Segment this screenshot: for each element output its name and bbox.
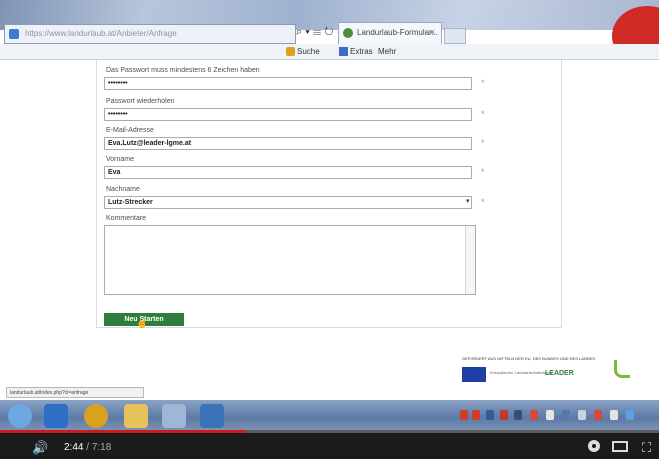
required-mark: * [481,78,485,88]
chevron-down-icon[interactable]: ▾ [466,197,470,205]
tray-icon[interactable] [626,410,634,420]
funding-text: GEFÖRDERT AUS MITTELN DER EU, DES BUNDES… [462,356,595,361]
system-tray[interactable] [458,410,654,424]
toolbar-suche[interactable]: Suche [297,47,320,56]
address-controls[interactable]: ⌕ ▾ ☰ ↻ [296,26,336,42]
required-mark: * [481,138,485,148]
tray-icon[interactable] [514,410,522,420]
toolbar-tools[interactable]: Extras [350,47,373,56]
comments-textarea[interactable] [104,225,476,295]
firstname-label: Vorname [106,156,135,163]
current-time: 2:44 [64,442,84,453]
mouse-cursor-icon: ☝ [136,318,149,329]
password-repeat-label: Passwort wiederholen [106,98,175,105]
app-icon[interactable] [162,404,186,428]
tray-icon[interactable] [472,410,480,420]
theater-mode-icon[interactable] [612,441,628,452]
tray-icon[interactable] [562,410,570,420]
toolbar-more[interactable]: Mehr [378,47,396,56]
time-display: 2:44 / 7:18 [64,442,112,453]
password-field[interactable]: •••••••• [104,77,472,90]
tray-icon[interactable] [486,410,494,420]
lastname-label: Nachname [106,186,140,193]
comments-label: Kommentare [106,215,147,222]
chrome-icon[interactable] [84,404,108,428]
tray-icon[interactable] [460,410,468,420]
site-favicon-icon [9,29,19,39]
lastname-select[interactable]: Lutz-Strecker [104,196,472,209]
browser-toolbar: Suche Extras Mehr [0,44,659,60]
textarea-scrollbar[interactable] [465,226,475,294]
password-repeat-field[interactable]: •••••••• [104,108,472,121]
address-bar[interactable]: https://www.landurlaub.at/Anbieter/Anfra… [4,24,296,44]
start-button-icon[interactable] [8,404,32,428]
tab-close-icon[interactable]: × [430,27,435,37]
media-player-icon[interactable] [44,404,68,428]
leader-mark-icon [614,360,630,378]
new-tab-button[interactable] [444,28,466,44]
tools-icon [339,47,348,56]
eu-flag-icon [462,367,486,382]
address-text: https://www.landurlaub.at/Anbieter/Anfra… [25,29,177,38]
explorer-icon[interactable] [124,404,148,428]
search-provider-icon [286,47,295,56]
tray-icon[interactable] [500,410,508,420]
required-mark: * [481,197,485,207]
tray-icon[interactable] [610,410,618,420]
tray-icon[interactable] [578,410,586,420]
status-url: landurlaub.at/index.php?cl=anfrage [6,387,144,398]
required-mark: * [481,109,485,119]
password-hint-label: Das Passwort muss mindestens 6 Zeichen h… [106,67,260,74]
tray-icon[interactable] [594,410,602,420]
tray-icon[interactable] [530,410,538,420]
fullscreen-icon[interactable]: ⛶ [642,440,651,456]
email-field[interactable]: Eva.Lutz@leader-lgme.at [104,137,472,150]
email-label: E-Mail-Adresse [106,127,154,134]
firstname-field[interactable]: Eva [104,166,472,179]
settings-gear-icon[interactable] [588,440,600,452]
tab-favicon-icon [343,28,353,38]
duration: 7:18 [91,442,112,453]
eu-text: Europäischer Landwirtschaftsfonds [490,370,553,375]
tray-icon[interactable] [546,410,554,420]
app-icon[interactable] [200,404,224,428]
tab-title: Landurlaub-Formular... [357,28,438,37]
browser-tab[interactable]: Landurlaub-Formular... × [338,22,442,44]
required-mark: * [481,167,485,177]
volume-icon[interactable]: 🔊 [32,440,48,456]
leader-logo: LEADER [545,370,574,377]
